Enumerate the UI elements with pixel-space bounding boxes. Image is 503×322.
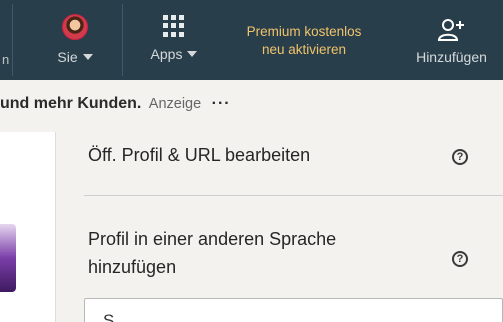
apps-grid-icon: [163, 15, 185, 37]
ad-banner-line[interactable]: und mehr Kunden. Anzeige ···: [0, 95, 231, 113]
nav-apps-menu[interactable]: Apps: [134, 0, 214, 80]
input-partial-text: S: [103, 311, 115, 322]
nav-add-label: Hinzufügen: [416, 49, 487, 65]
more-options-icon[interactable]: ···: [212, 95, 231, 112]
language-select-input[interactable]: S: [84, 298, 503, 322]
premium-line-1: Premium kostenlos: [246, 24, 362, 39]
profile-settings-panel: Öff. Profil & URL bearbeiten ? Profil in…: [66, 132, 503, 322]
nav-me-menu[interactable]: Sie: [40, 0, 110, 80]
nav-separator: [122, 4, 123, 76]
ad-label: Anzeige: [148, 96, 202, 112]
help-icon[interactable]: ?: [452, 149, 468, 165]
profile-image-partial: [0, 224, 16, 292]
chevron-down-icon: [82, 54, 93, 60]
divider: [84, 195, 503, 196]
top-navigation-bar: n Sie Apps Premium kostenlos neu aktivie…: [0, 0, 503, 80]
chevron-down-icon: [187, 51, 198, 57]
add-person-icon: [437, 19, 464, 41]
avatar: [62, 14, 88, 40]
ad-text: und mehr Kunden.: [0, 95, 142, 112]
add-profile-language-link[interactable]: Profil in einer anderen Sprache hinzufüg…: [88, 225, 418, 281]
premium-reactivate-link[interactable]: Premium kostenlos neu aktivieren: [224, 23, 384, 59]
help-icon[interactable]: ?: [452, 251, 468, 267]
premium-line-2: neu aktivieren: [261, 42, 347, 57]
truncated-nav-label: n: [2, 52, 10, 67]
edit-public-profile-link[interactable]: Öff. Profil & URL bearbeiten: [88, 145, 310, 166]
profile-card-partial: [0, 132, 56, 322]
nav-add-button[interactable]: Hinzufügen: [400, 0, 503, 80]
nav-apps-label: Apps: [150, 46, 183, 62]
nav-me-label: Sie: [57, 49, 78, 65]
nav-separator: [12, 4, 13, 76]
